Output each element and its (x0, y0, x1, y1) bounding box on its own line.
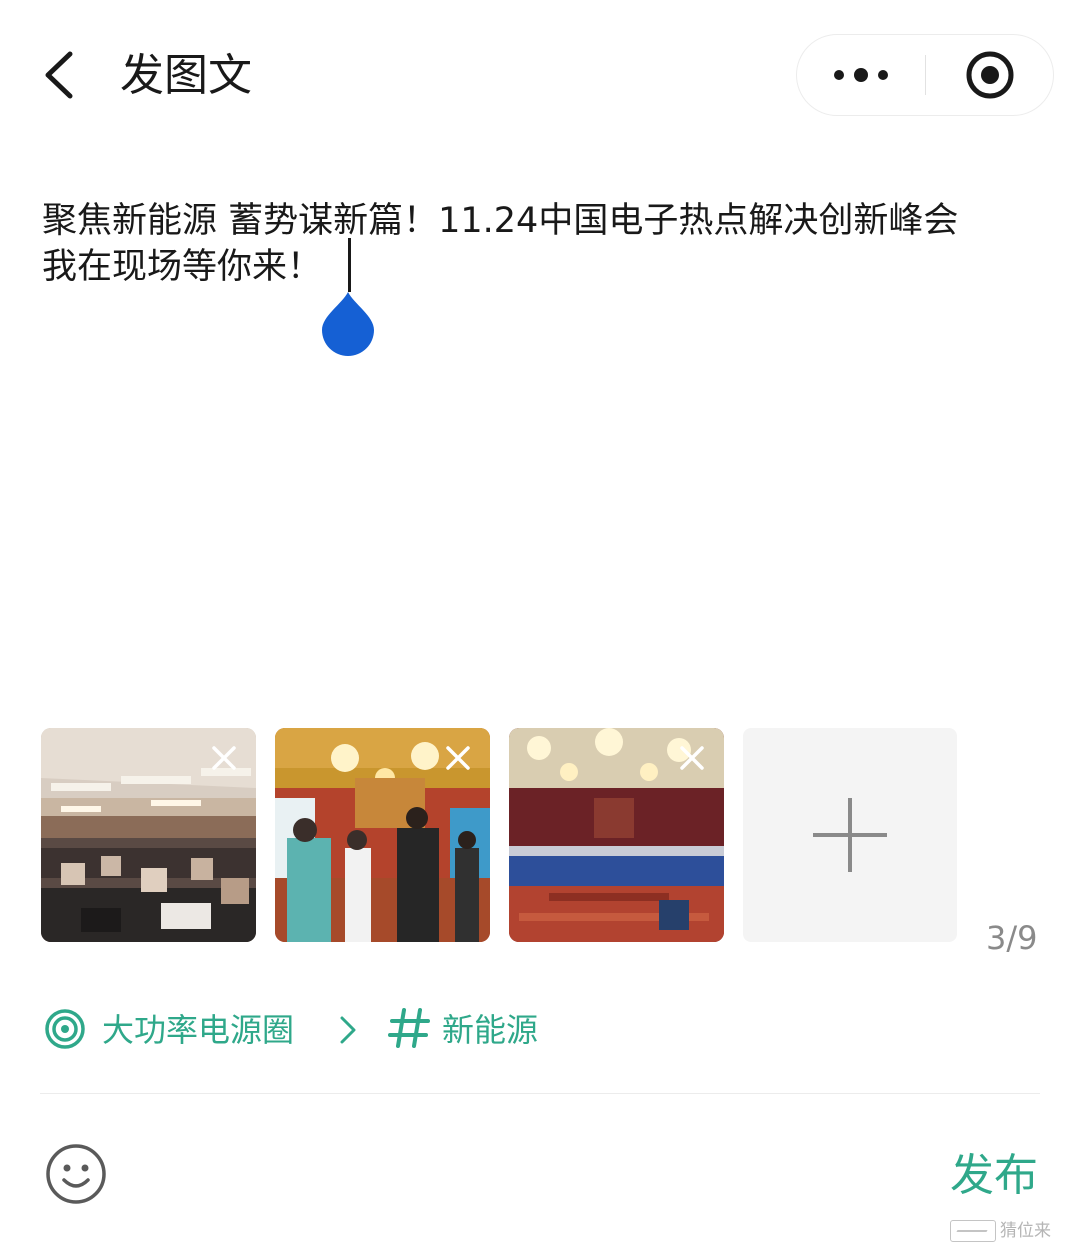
add-image-button[interactable] (743, 728, 957, 942)
circle-label: 大功率电源圈 (102, 1011, 295, 1049)
more-dots-icon (834, 68, 888, 82)
back-button[interactable] (36, 44, 88, 106)
mini-program-capsule (796, 34, 1054, 116)
smiley-icon (46, 1144, 106, 1204)
close-mini-program-button[interactable] (926, 35, 1054, 115)
section-divider (40, 1093, 1040, 1094)
image-thumbnail[interactable] (509, 728, 724, 942)
plus-icon (813, 798, 887, 872)
watermark-logo (950, 1220, 996, 1242)
topic-row: 大功率电源圈 新能源 (44, 1002, 644, 1058)
remove-image-button[interactable] (440, 740, 476, 776)
text-cursor (348, 238, 351, 292)
close-icon (212, 746, 236, 770)
hashtag-label: 新能源 (442, 1011, 539, 1049)
target-icon (966, 51, 1014, 99)
chevron-right-icon (340, 1016, 356, 1044)
watermark-text: 猜位来 (1000, 1221, 1051, 1241)
watermark: 猜位来 (950, 1216, 1051, 1246)
more-button[interactable] (797, 35, 925, 115)
circle-ring-icon (45, 1009, 85, 1049)
remove-image-button[interactable] (674, 740, 710, 776)
image-thumbnail[interactable] (41, 728, 256, 942)
chevron-left-icon (45, 51, 73, 99)
image-thumbnail[interactable] (275, 728, 490, 942)
emoji-button[interactable] (44, 1142, 108, 1206)
remove-image-button[interactable] (206, 740, 242, 776)
hashtag-icon (388, 1008, 430, 1048)
cursor-handle-icon[interactable] (320, 290, 376, 358)
close-icon (446, 746, 470, 770)
page-title: 发图文 (120, 50, 252, 101)
publish-button[interactable]: 发布 (950, 1148, 1038, 1204)
post-text-input[interactable]: 聚焦新能源 蓄势谋新篇！11.24中国电子热点解决创新峰会 我在现场等你来！ (42, 198, 1042, 290)
close-icon (680, 746, 704, 770)
image-count: 3/9 (986, 919, 1038, 957)
